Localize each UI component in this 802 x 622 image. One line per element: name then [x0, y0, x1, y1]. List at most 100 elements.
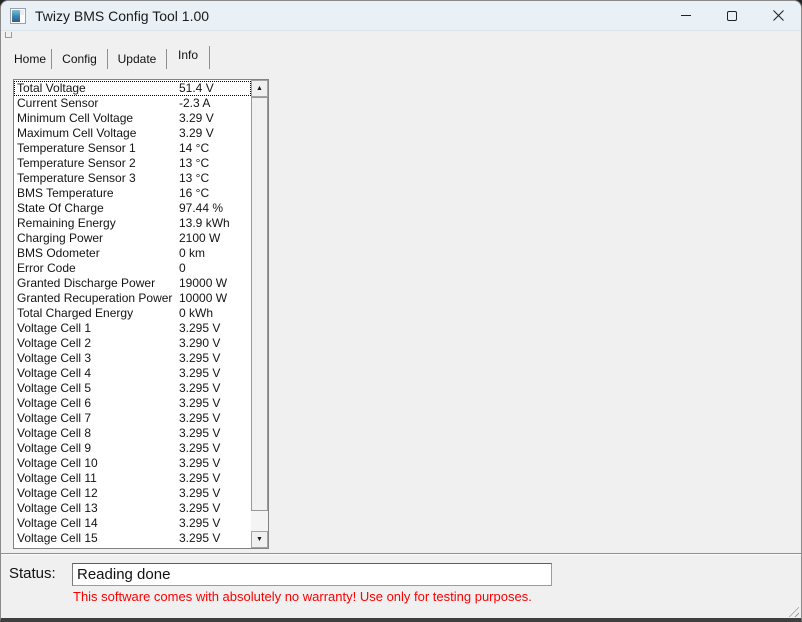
- list-item-value: 14 °C: [179, 141, 210, 155]
- list-item-label: Maximum Cell Voltage: [17, 126, 137, 140]
- list-item-label: Voltage Cell 12: [17, 486, 98, 500]
- list-item-label: Granted Recuperation Power: [17, 291, 173, 305]
- list-item-value: 3.295 V: [179, 486, 221, 500]
- list-item[interactable]: BMS Temperature 16 °C: [14, 186, 251, 201]
- list-item-label: Voltage Cell 9: [17, 441, 92, 455]
- list-item[interactable]: Maximum Cell Voltage 3.29 V: [14, 126, 251, 141]
- list-item[interactable]: Temperature Sensor 3 13 °C: [14, 171, 251, 186]
- window-title: Twizy BMS Config Tool 1.00: [35, 7, 210, 24]
- tab-label: Home: [13, 52, 46, 66]
- list-item-value: 0 km: [179, 246, 206, 260]
- list-item[interactable]: Remaining Energy 13.9 kWh: [14, 216, 251, 231]
- scroll-up-button[interactable]: ▲: [251, 80, 268, 97]
- list-item[interactable]: Total Charged Energy 0 kWh: [14, 306, 251, 321]
- list-item[interactable]: Voltage Cell 3 3.295 V: [14, 351, 251, 366]
- list-item-label: Granted Discharge Power: [17, 276, 156, 290]
- tab-bar: Home Config Update Info: [9, 46, 210, 69]
- list-item-value: 3.295 V: [179, 321, 221, 335]
- list-item[interactable]: Voltage Cell 5 3.295 V: [14, 381, 251, 396]
- app-window: Twizy BMS Config Tool 1.00 Home Config U…: [0, 0, 802, 622]
- scroll-up-icon: ▲: [256, 85, 263, 92]
- list-item[interactable]: BMS Odometer 0 km: [14, 246, 251, 261]
- list-item-label: Voltage Cell 5: [17, 381, 92, 395]
- list-item[interactable]: Temperature Sensor 1 14 °C: [14, 141, 251, 156]
- list-item[interactable]: Minimum Cell Voltage 3.29 V: [14, 111, 251, 126]
- list-item-label: State Of Charge: [17, 201, 104, 215]
- dock-grip-artifact: [5, 32, 12, 38]
- info-rows: Total Voltage 51.4 V Current Sensor -2.3…: [14, 81, 251, 546]
- list-item-label: Voltage Cell 8: [17, 426, 92, 440]
- list-item-value: 3.295 V: [179, 471, 221, 485]
- list-item[interactable]: Granted Recuperation Power 10000 W: [14, 291, 251, 306]
- list-item-label: Temperature Sensor 2: [17, 156, 136, 170]
- list-item[interactable]: Temperature Sensor 2 13 °C: [14, 156, 251, 171]
- list-item[interactable]: Voltage Cell 14 3.295 V: [14, 516, 251, 531]
- list-item[interactable]: Current Sensor -2.3 A: [14, 96, 251, 111]
- tab-label: Update: [117, 52, 157, 66]
- list-item-value: -2.3 A: [179, 96, 211, 110]
- list-item-value: 51.4 V: [179, 81, 214, 95]
- tab[interactable]: Home: [9, 49, 52, 69]
- list-item-label: Voltage Cell 2: [17, 336, 92, 350]
- list-item-value: 3.295 V: [179, 351, 221, 365]
- maximize-icon: [727, 10, 737, 21]
- list-item-value: 3.29 V: [179, 126, 214, 140]
- list-item-label: Temperature Sensor 3: [17, 171, 136, 185]
- list-item[interactable]: Voltage Cell 6 3.295 V: [14, 396, 251, 411]
- list-item-label: Voltage Cell 11: [17, 471, 97, 485]
- list-item-value: 3.295 V: [179, 516, 221, 530]
- list-item-value: 0: [179, 261, 186, 275]
- vertical-scrollbar[interactable]: ▲ ▼: [251, 80, 268, 548]
- scroll-down-button[interactable]: ▼: [251, 531, 268, 548]
- list-item-value: 19000 W: [179, 276, 228, 290]
- maximize-button[interactable]: [709, 1, 755, 30]
- list-item-label: BMS Temperature: [17, 186, 114, 200]
- tab-label: Config: [62, 52, 97, 66]
- list-item[interactable]: Charging Power 2100 W: [14, 231, 251, 246]
- scrollbar-thumb[interactable]: [251, 97, 268, 511]
- list-item-value: 3.295 V: [179, 456, 221, 470]
- list-item[interactable]: Voltage Cell 8 3.295 V: [14, 426, 251, 441]
- list-item[interactable]: Voltage Cell 1 3.295 V: [14, 321, 251, 336]
- list-item[interactable]: Voltage Cell 4 3.295 V: [14, 366, 251, 381]
- list-item-label: Minimum Cell Voltage: [17, 111, 134, 125]
- scroll-down-icon: ▼: [256, 536, 263, 543]
- list-item-value: 3.295 V: [179, 366, 221, 380]
- list-item[interactable]: Voltage Cell 9 3.295 V: [14, 441, 251, 456]
- list-item-label: Error Code: [17, 261, 76, 275]
- list-item[interactable]: Voltage Cell 10 3.295 V: [14, 456, 251, 471]
- list-item[interactable]: Error Code 0: [14, 261, 251, 276]
- list-item[interactable]: Voltage Cell 12 3.295 V: [14, 486, 251, 501]
- close-button[interactable]: [755, 1, 801, 30]
- list-item-label: Current Sensor: [17, 96, 99, 110]
- minimize-icon: [681, 15, 691, 16]
- list-item-value: 2100 W: [179, 231, 221, 245]
- list-item[interactable]: Voltage Cell 7 3.295 V: [14, 411, 251, 426]
- list-item[interactable]: Granted Discharge Power 19000 W: [14, 276, 251, 291]
- list-item[interactable]: Voltage Cell 13 3.295 V: [14, 501, 251, 516]
- list-item-value: 13.9 kWh: [179, 216, 230, 230]
- list-item-value: 3.290 V: [179, 336, 221, 350]
- tab[interactable]: Update: [108, 49, 167, 69]
- list-item-value: 3.295 V: [179, 441, 221, 455]
- list-item[interactable]: Total Voltage 51.4 V: [14, 81, 251, 96]
- list-item-label: Voltage Cell 13: [17, 501, 98, 515]
- list-item-value: 16 °C: [179, 186, 210, 200]
- tab[interactable]: Config: [52, 49, 108, 69]
- list-item-value: 3.295 V: [179, 381, 221, 395]
- bms-info-listbox[interactable]: Total Voltage 51.4 V Current Sensor -2.3…: [13, 79, 269, 549]
- list-item[interactable]: Voltage Cell 11 3.295 V: [14, 471, 251, 486]
- list-item[interactable]: Voltage Cell 15 3.295 V: [14, 531, 251, 546]
- minimize-button[interactable]: [663, 1, 709, 30]
- status-textbox[interactable]: [72, 563, 552, 586]
- list-item-label: Voltage Cell 6: [17, 396, 92, 410]
- list-item-value: 97.44 %: [179, 201, 224, 215]
- list-item[interactable]: State Of Charge 97.44 %: [14, 201, 251, 216]
- list-item-value: 3.295 V: [179, 426, 221, 440]
- resize-grip[interactable]: [786, 604, 799, 617]
- list-item-value: 13 °C: [179, 171, 210, 185]
- list-item[interactable]: Voltage Cell 2 3.290 V: [14, 336, 251, 351]
- tab[interactable]: Info: [167, 46, 210, 69]
- list-item-value: 13 °C: [179, 156, 210, 170]
- list-item-label: BMS Odometer: [17, 246, 100, 260]
